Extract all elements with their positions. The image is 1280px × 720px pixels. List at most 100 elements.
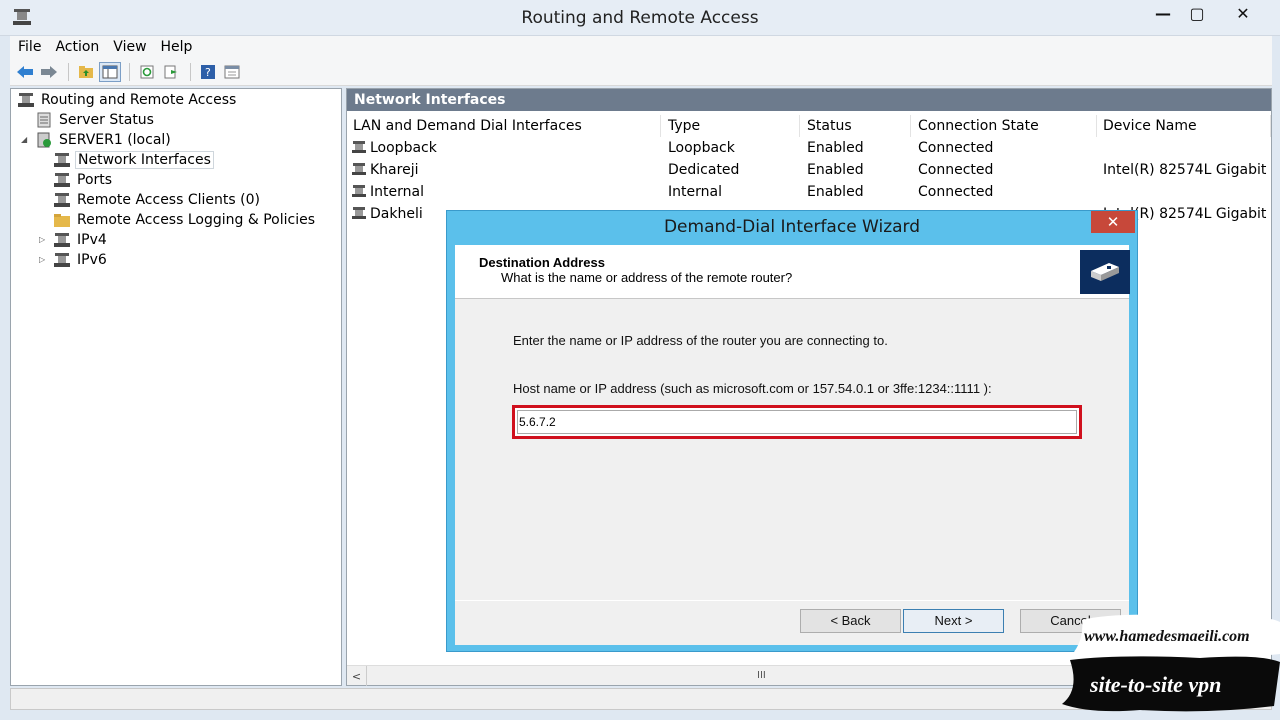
refresh-toolbar-button[interactable] bbox=[136, 62, 158, 82]
watermark-site-text: www.hamedesmaeili.com bbox=[1084, 628, 1250, 645]
interface-status: Enabled bbox=[807, 140, 864, 156]
interface-type: Dedicated bbox=[668, 162, 740, 178]
wizard-close-button[interactable]: ✕ bbox=[1091, 211, 1135, 233]
folder-up-icon bbox=[79, 65, 93, 78]
interface-status: Enabled bbox=[807, 184, 864, 200]
watermark-tagline-badge: site-to-site vpn bbox=[1062, 656, 1280, 712]
forward-toolbar-button[interactable] bbox=[38, 62, 60, 82]
back-button[interactable]: < Back bbox=[800, 609, 901, 633]
tree-item-network-interfaces[interactable]: Network Interfaces bbox=[53, 150, 214, 170]
tree-item-ports[interactable]: Ports bbox=[53, 170, 114, 190]
menu-file[interactable]: File bbox=[18, 39, 41, 55]
interface-name: Dakheli bbox=[370, 206, 423, 222]
close-icon: ✕ bbox=[1106, 213, 1120, 231]
tree-label: IPv6 bbox=[77, 252, 107, 268]
table-row[interactable]: Khareji Dedicated Enabled Connected Inte… bbox=[347, 159, 1271, 181]
scroll-left-icon[interactable]: < bbox=[347, 666, 367, 686]
interface-status: Enabled bbox=[807, 162, 864, 178]
scroll-thumb-grip[interactable]: III bbox=[757, 670, 769, 682]
tree-item-logging-policies[interactable]: Remote Access Logging & Policies bbox=[53, 210, 317, 230]
arrow-right-icon bbox=[41, 65, 57, 78]
interface-state: Connected bbox=[918, 184, 994, 200]
up-folder-toolbar-button[interactable] bbox=[75, 62, 97, 82]
maximize-icon: ▢ bbox=[1189, 3, 1205, 23]
router-wizard-icon bbox=[1080, 250, 1130, 294]
menu-view[interactable]: View bbox=[113, 39, 146, 55]
wizard-instruction: Enter the name or IP address of the rout… bbox=[513, 333, 888, 348]
export-icon bbox=[164, 65, 177, 78]
tree-label: Remote Access Clients (0) bbox=[77, 192, 260, 208]
properties-toolbar-button[interactable] bbox=[221, 62, 243, 82]
menu-action[interactable]: Action bbox=[55, 39, 99, 55]
interface-state: Connected bbox=[918, 140, 994, 156]
watermark-site-badge: www.hamedesmaeili.com bbox=[1074, 614, 1280, 658]
arrow-left-icon bbox=[17, 65, 33, 78]
tree-label: IPv4 bbox=[77, 232, 107, 248]
server-list-icon bbox=[37, 112, 51, 128]
close-icon: ✕ bbox=[1236, 3, 1250, 23]
network-interfaces-icon bbox=[54, 153, 70, 167]
toolbar-separator bbox=[129, 62, 130, 81]
menu-help[interactable]: Help bbox=[161, 39, 193, 55]
close-window-button[interactable]: ✕ bbox=[1214, 0, 1272, 26]
next-button[interactable]: Next > bbox=[903, 609, 1004, 633]
interface-icon bbox=[352, 141, 366, 153]
column-header-status[interactable]: Status bbox=[801, 115, 911, 137]
interface-state: Connected bbox=[918, 162, 994, 178]
expand-arrow-icon[interactable]: ▷ bbox=[39, 255, 45, 264]
table-row[interactable]: Loopback Loopback Enabled Connected bbox=[347, 137, 1271, 159]
tree-label: Remote Access Logging & Policies bbox=[77, 212, 315, 228]
tree-item-rras-root[interactable]: Routing and Remote Access bbox=[17, 90, 238, 110]
maximize-button[interactable]: ▢ bbox=[1182, 0, 1212, 26]
tree-label: Ports bbox=[77, 172, 113, 188]
expand-arrow-icon[interactable]: ▷ bbox=[39, 235, 45, 244]
show-hide-tree-toolbar-button[interactable] bbox=[99, 61, 121, 82]
watermark-tagline-text: site-to-site vpn bbox=[1089, 672, 1221, 697]
toolbar: ? bbox=[10, 58, 1272, 86]
interface-icon bbox=[352, 163, 366, 175]
collapse-arrow-icon[interactable]: ◢ bbox=[21, 135, 27, 144]
ipv4-icon bbox=[54, 233, 70, 247]
panel-header: Network Interfaces bbox=[347, 89, 1271, 111]
tree-item-ipv4[interactable]: IPv4 bbox=[53, 230, 109, 250]
clients-icon bbox=[54, 193, 70, 207]
tree-item-server-status[interactable]: Server Status bbox=[35, 110, 156, 130]
column-header-device-name[interactable]: Device Name bbox=[1097, 115, 1271, 137]
help-icon: ? bbox=[201, 64, 215, 79]
interface-name: Internal bbox=[370, 184, 424, 200]
demand-dial-wizard-dialog: Demand-Dial Interface Wizard ✕ Destinati… bbox=[446, 210, 1138, 652]
column-header-type[interactable]: Type bbox=[662, 115, 800, 137]
column-header-connection-state[interactable]: Connection State bbox=[912, 115, 1097, 137]
rras-icon bbox=[18, 93, 34, 107]
host-address-input[interactable] bbox=[517, 410, 1077, 434]
wizard-subheading: What is the name or address of the remot… bbox=[501, 270, 793, 285]
interface-icon bbox=[352, 185, 366, 197]
column-header-interfaces[interactable]: LAN and Demand Dial Interfaces bbox=[347, 115, 661, 137]
export-list-toolbar-button[interactable] bbox=[160, 62, 182, 82]
minimize-button[interactable]: — bbox=[1146, 0, 1180, 26]
menu-bar: File Action View Help bbox=[10, 36, 1272, 58]
interface-icon bbox=[352, 207, 366, 219]
tree-label: Routing and Remote Access bbox=[41, 92, 237, 108]
svg-text:?: ? bbox=[205, 66, 211, 79]
help-toolbar-button[interactable]: ? bbox=[197, 62, 219, 82]
tree-item-server1[interactable]: SERVER1 (local) bbox=[35, 130, 173, 150]
tree-label: Network Interfaces bbox=[75, 151, 214, 169]
toolbar-separator bbox=[68, 62, 69, 81]
table-row[interactable]: Internal Internal Enabled Connected bbox=[347, 181, 1271, 203]
back-toolbar-button[interactable] bbox=[14, 62, 36, 82]
wizard-title: Demand-Dial Interface Wizard bbox=[663, 217, 921, 237]
wizard-header: Destination Address What is the name or … bbox=[455, 245, 1130, 299]
host-input-highlight bbox=[512, 405, 1082, 439]
interface-device: Intel(R) 82574L Gigabit N bbox=[1103, 162, 1271, 178]
window-title: Routing and Remote Access bbox=[521, 8, 759, 28]
refresh-icon bbox=[140, 65, 154, 78]
properties-icon bbox=[224, 65, 240, 78]
interface-name: Loopback bbox=[370, 140, 437, 156]
folder-icon bbox=[54, 214, 70, 227]
interface-type: Loopback bbox=[668, 140, 735, 156]
tree-item-remote-access-clients[interactable]: Remote Access Clients (0) bbox=[53, 190, 262, 210]
wizard-divider bbox=[455, 600, 1129, 601]
tree-item-ipv6[interactable]: IPv6 bbox=[53, 250, 109, 270]
host-field-label: Host name or IP address (such as microso… bbox=[513, 381, 992, 396]
